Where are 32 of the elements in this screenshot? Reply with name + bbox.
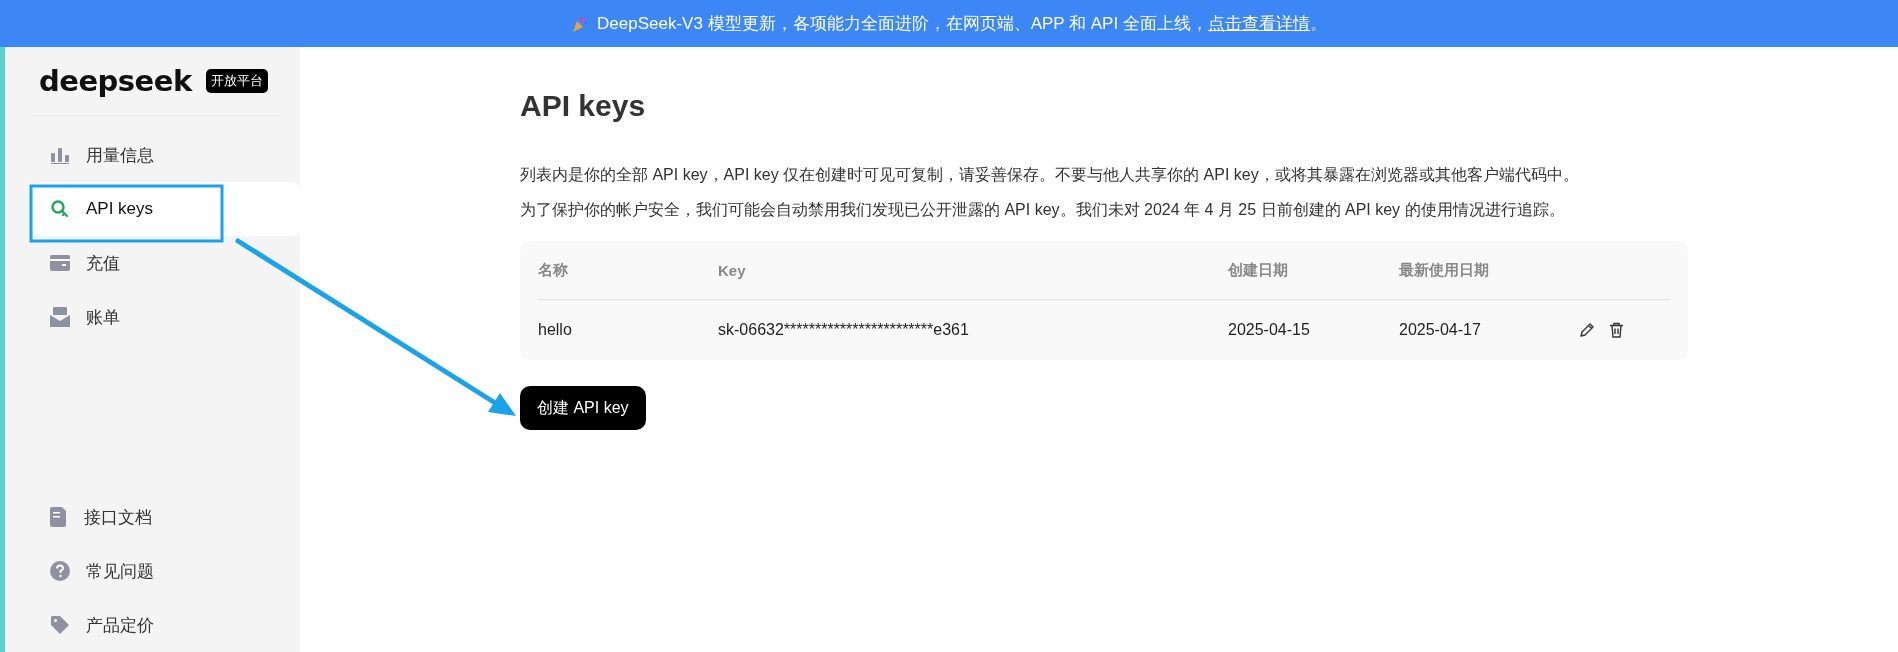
sidebar-item[interactable]: 产品定价 (30, 598, 304, 652)
description-text: 为了保护你的帐户安全，我们可能会自动禁用我们发现已公开泄露的 API key。我们未对 2024 年 4 月 25 日前创建的 API key 的使用情况进行追踪。 (520, 200, 1566, 220)
sidebar-item[interactable]: 充值 (30, 236, 304, 290)
help-icon (50, 561, 70, 581)
wallet-icon (50, 255, 70, 271)
pencil-icon[interactable] (1579, 322, 1595, 338)
platform-badge: 开放平台 (205, 69, 268, 93)
table-cell-text: hello (538, 321, 573, 339)
details-link[interactable]: 点击查看详情 (1207, 14, 1310, 33)
price-tag-icon (50, 615, 70, 635)
trash-icon[interactable] (1609, 322, 1624, 338)
sidebar-item[interactable]: 接口文档 (30, 490, 304, 544)
table-cell-text: 2025-04-17 (1399, 321, 1482, 339)
page-title: API keys (520, 89, 647, 123)
bar-chart-icon (50, 146, 70, 164)
description-text: 列表内是你的全部 API key，API key 仅在创建时可见可复制，请妥善保存。不要与他人共享你的 API key，或将其暴露在浏览器或其他客户端代码中。 (520, 165, 1580, 185)
column-header: 名称 (538, 260, 569, 280)
sidebar-item[interactable]: 常见问题 (30, 544, 304, 598)
logo-wordmark: deepseek (39, 64, 192, 98)
announcement-text: DeepSeek-V3 模型更新，各项能力全面进阶，在网页端、APP 和 API 全面上线，点击查看详情。 (597, 13, 1327, 35)
column-header: 最新使用日期 (1399, 260, 1490, 280)
table-cell-text: 2025-04-15 (1228, 321, 1311, 339)
table-cell-text: sk-06632************************e361 (718, 321, 970, 339)
column-header: Key (718, 261, 747, 279)
sidebar-item[interactable]: 用量信息 (30, 128, 304, 182)
sidebar-item[interactable]: 账单 (30, 290, 304, 344)
column-header: 创建日期 (1228, 260, 1289, 280)
document-icon (50, 507, 68, 527)
party-popper-icon (571, 14, 590, 33)
envelope-icon (50, 307, 70, 327)
create-api-key-button[interactable]: 创建 API key (520, 386, 646, 430)
key-icon (50, 199, 70, 219)
